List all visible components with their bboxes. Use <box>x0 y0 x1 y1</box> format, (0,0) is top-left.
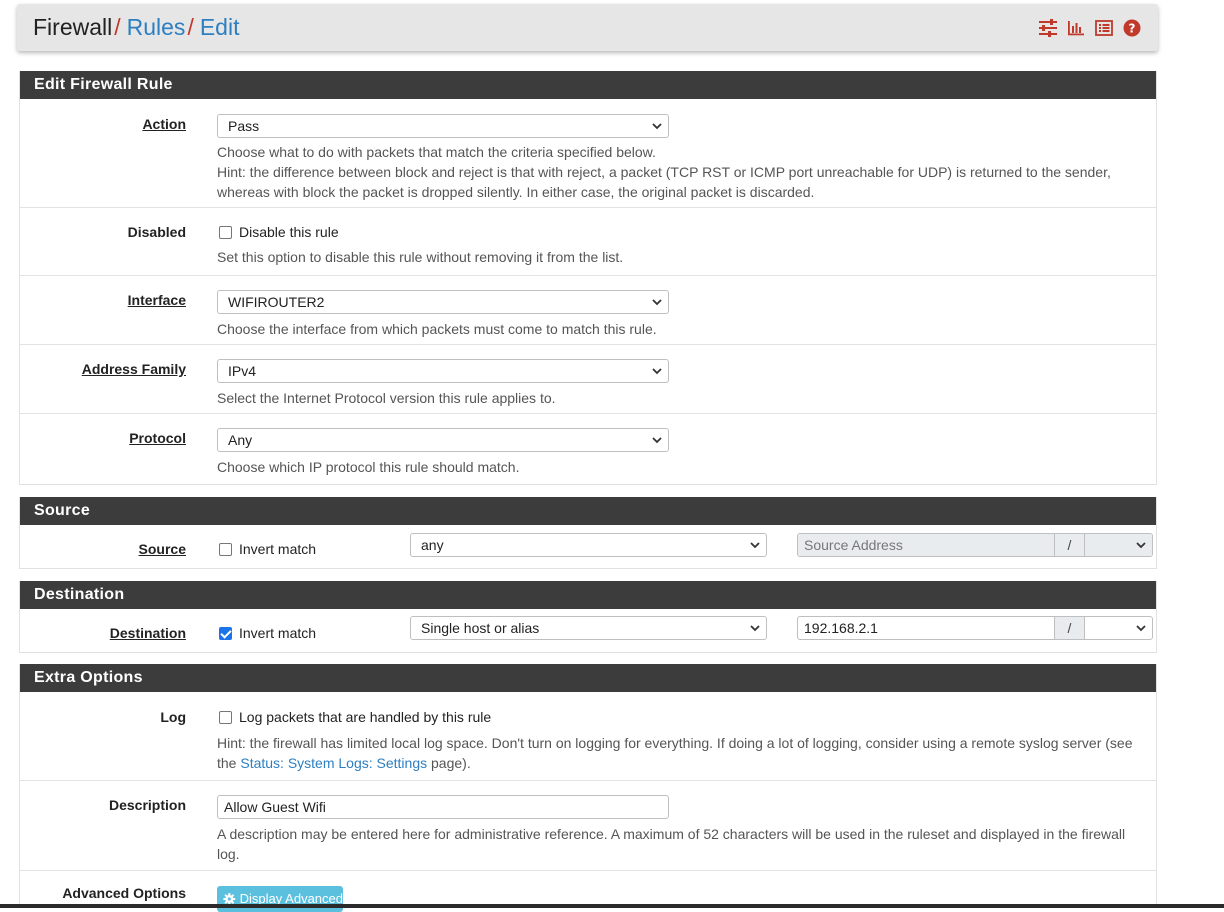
source-label[interactable]: Source <box>139 541 186 557</box>
disabled-help: Set this option to disable this rule wit… <box>217 249 624 265</box>
log-checkbox[interactable] <box>219 710 232 724</box>
chevron-down-icon <box>652 123 662 130</box>
edit-rule-panel: Edit Firewall Rule Action Pass Choose wh… <box>19 71 1157 485</box>
interface-help: Choose the interface from which packets … <box>217 321 657 337</box>
chevron-down-icon <box>750 542 760 549</box>
panel-title: Source <box>20 497 1156 525</box>
interface-row: Interface WIFIROUTER2 Choose the interfa… <box>20 276 1156 345</box>
source-type-select[interactable]: any <box>410 533 767 557</box>
source-address-input[interactable]: Source Address <box>798 534 1054 556</box>
destination-invert-label: Invert match <box>239 625 317 641</box>
help-icon[interactable]: ? <box>1122 18 1142 38</box>
interface-label[interactable]: Interface <box>128 292 186 308</box>
mask-separator: / <box>1054 534 1085 556</box>
source-mask-select[interactable] <box>1085 534 1152 556</box>
description-input[interactable]: Allow Guest Wifi <box>217 795 669 819</box>
description-help: A description may be entered here for ad… <box>217 826 1126 862</box>
panel-title: Extra Options <box>20 664 1156 692</box>
panel-title: Edit Firewall Rule <box>20 71 1156 99</box>
list-icon[interactable] <box>1094 18 1114 38</box>
log-help: Hint: the firewall has limited local log… <box>217 735 1133 771</box>
action-hint: Hint: the difference between block and r… <box>217 164 1111 200</box>
destination-panel: Destination Destination Invert match Sin… <box>19 581 1157 653</box>
protocol-select[interactable]: Any <box>217 428 669 452</box>
source-panel: Source Source Invert match any Source Ad… <box>19 497 1157 569</box>
address-family-row: Address Family IPv4 Select the Internet … <box>20 345 1156 414</box>
breadcrumb-separator: / <box>114 14 121 40</box>
log-row: Log Log packets that are handled by this… <box>20 692 1156 781</box>
source-invert-label: Invert match <box>239 541 317 557</box>
bar-chart-icon[interactable] <box>1066 18 1086 38</box>
advanced-options-label: Advanced Options <box>62 885 186 901</box>
svg-text:?: ? <box>1129 22 1136 36</box>
destination-type-select[interactable]: Single host or alias <box>410 616 767 640</box>
destination-row: Destination Invert match Single host or … <box>20 609 1156 652</box>
disable-rule-checkbox[interactable] <box>219 225 232 239</box>
chevron-down-icon <box>652 368 662 375</box>
action-select[interactable]: Pass <box>217 114 669 138</box>
destination-address-input[interactable]: 192.168.2.1 <box>798 617 1054 639</box>
toolbar: ? <box>1038 18 1142 38</box>
address-family-select[interactable]: IPv4 <box>217 359 669 383</box>
log-option: Log packets that are handled by this rul… <box>219 709 491 725</box>
chevron-down-icon <box>1136 625 1146 632</box>
protocol-label[interactable]: Protocol <box>129 430 186 446</box>
chevron-down-icon <box>750 625 760 632</box>
chevron-down-icon <box>1136 542 1146 549</box>
disabled-label: Disabled <box>127 224 186 240</box>
display-advanced-button[interactable]: Display Advanced <box>217 886 343 912</box>
address-family-help: Select the Internet Protocol version thi… <box>217 390 556 406</box>
chevron-down-icon <box>652 437 662 444</box>
source-invert-option: Invert match <box>219 541 316 557</box>
protocol-help: Choose which IP protocol this rule shoul… <box>217 459 520 475</box>
destination-mask-select[interactable] <box>1085 617 1152 639</box>
action-row: Action Pass Choose what to do with packe… <box>20 99 1156 208</box>
system-logs-settings-link[interactable]: Status: System Logs: Settings <box>240 755 427 771</box>
destination-invert-checkbox[interactable] <box>219 626 232 640</box>
destination-label[interactable]: Destination <box>110 625 186 641</box>
description-row: Description Allow Guest Wifi A descripti… <box>20 781 1156 871</box>
breadcrumb-firewall: Firewall <box>33 14 113 40</box>
chevron-down-icon <box>652 299 662 306</box>
breadcrumb-bar: Firewall/Rules/Edit ? <box>17 4 1158 51</box>
protocol-row: Protocol Any Choose which IP protocol th… <box>20 414 1156 484</box>
panel-title: Destination <box>20 581 1156 609</box>
log-checkbox-label: Log packets that are handled by this rul… <box>239 709 492 725</box>
disabled-row: Disabled Disable this rule Set this opti… <box>20 208 1156 276</box>
source-invert-checkbox[interactable] <box>219 542 232 556</box>
disable-rule-option: Disable this rule <box>219 224 339 240</box>
source-row: Source Invert match any Source Address / <box>20 525 1156 568</box>
action-help: Choose what to do with packets that matc… <box>217 144 656 160</box>
source-address-group: Source Address / <box>797 533 1153 557</box>
breadcrumb-separator: / <box>187 14 194 40</box>
window-bottom-edge <box>0 904 1224 908</box>
breadcrumb: Firewall/Rules/Edit <box>33 14 239 40</box>
description-label: Description <box>108 797 186 813</box>
destination-address-group: 192.168.2.1 / <box>797 616 1153 640</box>
sliders-icon[interactable] <box>1038 18 1058 38</box>
log-label: Log <box>160 709 186 725</box>
disable-rule-checkbox-label: Disable this rule <box>239 224 339 240</box>
address-family-label[interactable]: Address Family <box>82 361 186 377</box>
mask-separator: / <box>1054 617 1085 639</box>
interface-select[interactable]: WIFIROUTER2 <box>217 290 669 314</box>
destination-invert-option: Invert match <box>219 625 316 641</box>
action-label[interactable]: Action <box>142 116 186 132</box>
breadcrumb-rules-link[interactable]: Rules <box>127 14 186 40</box>
breadcrumb-edit-link[interactable]: Edit <box>200 14 240 40</box>
extra-options-panel: Extra Options Log Log packets that are h… <box>19 664 1157 912</box>
